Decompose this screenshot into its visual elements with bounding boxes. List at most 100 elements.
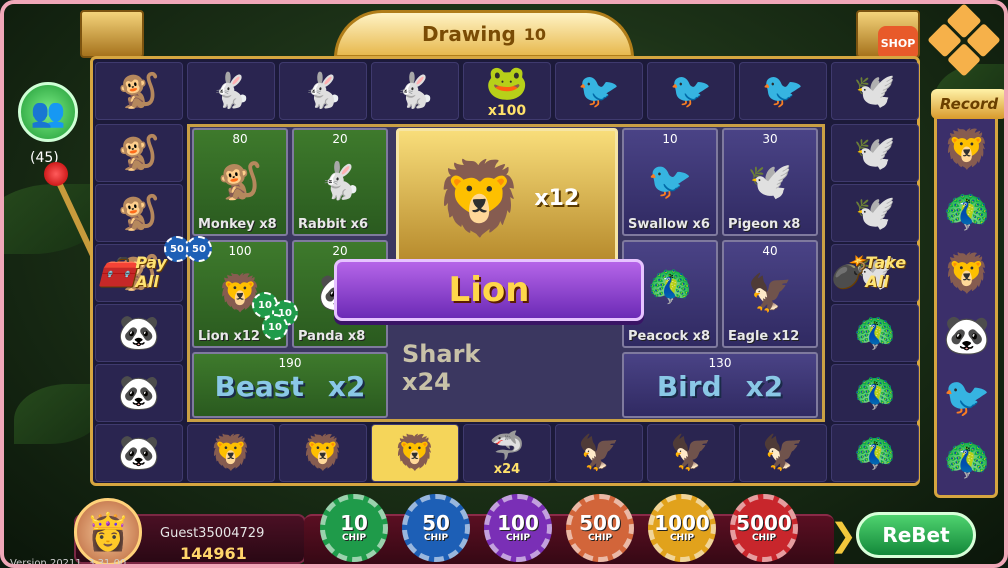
ring-cell: 🕊️ <box>831 124 919 182</box>
bet-multiplier: x8 <box>259 217 277 232</box>
bet-name: Panda <box>298 329 344 344</box>
table-chip: 50 <box>186 236 212 262</box>
record-item: 🦚 <box>943 436 991 481</box>
pay-all-label: Pay All <box>135 253 167 291</box>
result-card: 🦁 x12 <box>396 128 618 268</box>
bet-multiplier: x2 <box>327 369 366 403</box>
ring-cell: 🕊️ <box>831 184 919 242</box>
bet-count: 80 <box>232 132 248 146</box>
bet-count: 20 <box>332 132 348 146</box>
table-chip: 10 <box>262 314 288 340</box>
bet-multiplier: x12 <box>772 329 800 344</box>
frog-icon: 🐸 <box>485 63 529 103</box>
pay-all-button[interactable]: 🧰 Pay All <box>98 242 182 302</box>
record-item: 🐦 <box>943 374 991 419</box>
drawing-label: Drawing <box>421 22 516 46</box>
user-coins: 144961 <box>180 544 247 563</box>
chip-value: 50 <box>422 511 450 535</box>
ring-cell: 🦁 <box>279 424 367 482</box>
ring-cell: 🐒 <box>95 124 183 182</box>
take-all-label: Take All <box>865 253 907 291</box>
bet-multiplier: x8 <box>347 329 366 344</box>
ring-cell-frog: 🐸 x100 <box>463 62 551 120</box>
take-all-button[interactable]: 💣 Take All <box>828 242 912 302</box>
chip-50[interactable]: 50 CHIP <box>402 494 470 562</box>
result-banner: Lion <box>334 259 644 321</box>
ring-cell: 🦚 <box>831 304 919 362</box>
ring-cell-highlighted: 🦁 <box>371 424 459 482</box>
bet-name: Swallow <box>628 217 688 232</box>
rebet-button[interactable]: ReBet <box>856 512 976 558</box>
bet-multiplier: x8 <box>782 217 801 232</box>
ring-cell: 🐼 <box>95 304 183 362</box>
chip-500[interactable]: 500 CHIP <box>566 494 634 562</box>
shop-button[interactable]: SHOP <box>878 26 918 60</box>
chip-label: CHIP <box>587 533 613 543</box>
chip-100[interactable]: 100 CHIP <box>484 494 552 562</box>
bet-rabbit[interactable]: 20 🐇 Rabbit x6 <box>292 128 388 236</box>
players-icon: 👥 <box>30 95 66 129</box>
lever-knob[interactable] <box>44 162 68 186</box>
chip-5000[interactable]: 5000 CHIP <box>730 494 798 562</box>
bet-multiplier: x12 <box>233 329 260 344</box>
bet-eagle[interactable]: 40 🦅 Eagle x12 <box>722 240 818 348</box>
bet-multiplier: x24 <box>402 368 451 396</box>
ring-cell: 🦅 <box>739 424 827 482</box>
ring-cell: 🕊️ <box>831 62 919 120</box>
chip-label: CHIP <box>669 533 695 543</box>
ring-cell: 🦚 <box>831 424 919 482</box>
bet-name: Eagle <box>728 329 769 344</box>
chip-label: CHIP <box>505 533 531 543</box>
frog-multiplier: x100 <box>487 103 527 119</box>
ring-cell: 🐇 <box>371 62 459 120</box>
players-button[interactable]: 👥 <box>18 82 78 142</box>
bet-count: 10 <box>662 132 678 146</box>
treasure-chest-icon: 🧰 <box>98 254 136 290</box>
ring-cell: 🐇 <box>279 62 367 120</box>
ring-cell: 🐒 <box>95 62 183 120</box>
bet-name: Beast <box>214 369 304 403</box>
beast-label: Beast x2 <box>192 366 388 406</box>
bet-pigeon[interactable]: 30 🕊️ Pigeon x8 <box>722 128 818 236</box>
chip-label: CHIP <box>751 533 777 543</box>
user-name: Guest35004729 <box>160 526 265 541</box>
chip-value: 100 <box>497 511 539 535</box>
chip-1000[interactable]: 1000 CHIP <box>648 494 716 562</box>
record-title: Record <box>931 89 1004 119</box>
swallow-icon: 🐦 <box>647 160 693 202</box>
chip-10[interactable]: 10 CHIP <box>320 494 388 562</box>
bet-count: 30 <box>762 132 778 146</box>
chip-value: 500 <box>579 511 621 535</box>
record-item: 🦚 <box>943 188 991 233</box>
rabbit-icon: 🐇 <box>317 160 363 202</box>
monkey-icon: 🐒 <box>217 160 263 202</box>
eagle-icon: 🦅 <box>747 272 793 314</box>
bet-multiplier: x6 <box>350 217 369 232</box>
bomb-icon: 💣 <box>828 254 866 290</box>
chip-value: 5000 <box>736 511 792 535</box>
bet-multiplier: x6 <box>692 217 710 232</box>
bet-swallow[interactable]: 10 🐦 Swallow x6 <box>622 128 718 236</box>
ring-cell: 🐒 <box>95 184 183 242</box>
left-pillar <box>80 10 144 58</box>
ring-cell: 🐦 <box>555 62 643 120</box>
game-frame: Drawing 10 SHOP 👥 (45) 🐒 🐇 🐇 🐇 🐸 x100 🐦 … <box>0 0 1008 568</box>
bet-name: Shark <box>402 340 481 368</box>
drawing-countdown: 10 <box>523 24 547 44</box>
avatar[interactable]: 👸 <box>74 498 142 564</box>
chip-value: 1000 <box>654 511 710 535</box>
ring-cell: 🐼 <box>95 364 183 422</box>
ring-cell: 🦅 <box>647 424 735 482</box>
bet-monkey[interactable]: 80 🐒 Monkey x8 <box>192 128 288 236</box>
ring-cell: 🦅 <box>555 424 643 482</box>
bet-name: Monkey <box>198 217 255 232</box>
ring-cell: 🐦 <box>647 62 735 120</box>
shark-multiplier: x24 <box>493 462 521 477</box>
bet-name: Rabbit <box>298 217 347 232</box>
bet-name: Pigeon <box>728 217 779 232</box>
bet-shark[interactable]: Shark x24 <box>402 340 480 396</box>
record-item: 🐼 <box>943 312 991 357</box>
record-item: 🦁 <box>943 250 991 295</box>
chip-value: 10 <box>340 511 368 535</box>
record-panel[interactable]: Record 🦁 🦚 🦁 🐼 🐦 🦚 <box>931 89 1004 498</box>
